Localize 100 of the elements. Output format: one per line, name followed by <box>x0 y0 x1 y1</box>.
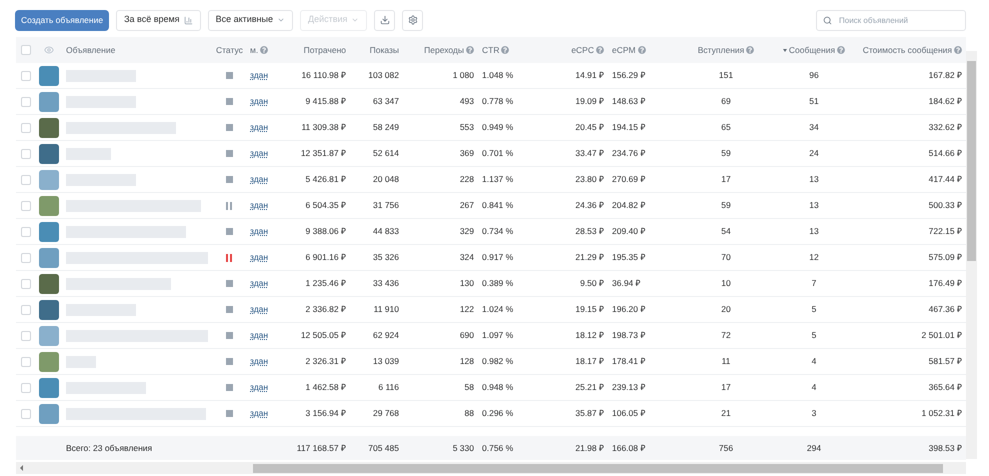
table-cell: 35.87 ₽ <box>575 407 604 420</box>
row-checkbox[interactable] <box>21 382 31 392</box>
column-header[interactable]: Объявление <box>66 44 116 56</box>
row-checkbox[interactable] <box>21 148 31 158</box>
column-header[interactable]: м. <box>250 44 268 56</box>
column-header[interactable]: Показы <box>370 44 399 56</box>
link[interactable]: здан <box>250 121 268 134</box>
row-checkbox[interactable] <box>21 356 31 366</box>
row-checkbox[interactable] <box>21 278 31 288</box>
link[interactable]: здан <box>250 303 268 316</box>
table-cell: 106.05 ₽ <box>612 407 646 420</box>
sort-caret-icon <box>782 48 787 52</box>
column-header[interactable]: CTR <box>482 44 510 56</box>
column-header[interactable]: Потрачено <box>304 44 346 56</box>
table-cell: 365.64 ₽ <box>928 381 962 394</box>
filter-dropdown[interactable]: Все активные <box>208 10 293 30</box>
link[interactable]: здан <box>250 277 268 290</box>
help-icon <box>638 46 646 54</box>
table-cell: 156.29 ₽ <box>612 69 646 82</box>
row-checkbox[interactable] <box>21 304 31 314</box>
caret-icon <box>277 16 285 24</box>
link[interactable]: здан <box>250 381 268 394</box>
table-cell: 117 168.57 ₽ <box>296 442 346 454</box>
table-cell: 581.57 ₽ <box>928 355 962 368</box>
column-header[interactable]: Вступления <box>698 44 754 56</box>
table-cell: 417.44 ₽ <box>928 173 962 186</box>
table-cell: 51 <box>809 95 819 108</box>
table-cell: 13 <box>809 225 819 238</box>
link[interactable]: здан <box>250 329 268 342</box>
table-cell: 70 <box>721 251 731 264</box>
table-cell: 722.15 ₽ <box>928 225 962 238</box>
column-header[interactable]: Стоимость сообщения <box>862 44 962 56</box>
link[interactable]: здан <box>250 199 268 212</box>
table-cell: 148.63 ₽ <box>612 95 646 108</box>
table-cell: 36.94 ₽ <box>612 277 641 290</box>
column-header[interactable]: Статус <box>216 44 243 56</box>
table-cell: 1 052.31 ₽ <box>922 407 962 420</box>
table-cell: 234.76 ₽ <box>612 147 646 160</box>
table-cell: 0.917 % <box>482 251 514 264</box>
settings-button[interactable] <box>402 10 424 30</box>
table-cell: 11 309.38 ₽ <box>301 121 346 134</box>
table-cell: 21.98 ₽ <box>575 442 604 454</box>
table-cell: 0.948 % <box>482 381 514 394</box>
table-cell: 6 504.35 ₽ <box>306 199 346 212</box>
table-cell: 59 <box>721 147 731 160</box>
table-cell: 9 388.06 ₽ <box>306 225 346 238</box>
horizontal-scrollbar[interactable] <box>16 462 966 474</box>
link[interactable]: здан <box>250 407 268 420</box>
table-cell: 5 426.81 ₽ <box>306 173 346 186</box>
link[interactable]: здан <box>250 251 268 264</box>
table-cell: 2 336.82 ₽ <box>306 303 346 316</box>
photo-placeholder <box>39 352 59 372</box>
vertical-scrollbar[interactable] <box>966 51 977 459</box>
table-cell: 62 924 <box>373 329 399 342</box>
row-checkbox[interactable] <box>21 408 31 418</box>
table-cell: 44 833 <box>373 225 399 238</box>
table-cell: 0.734 % <box>482 225 514 238</box>
scroll-left-icon[interactable] <box>20 465 23 471</box>
row-checkbox[interactable] <box>21 174 31 184</box>
download-button[interactable] <box>374 10 396 30</box>
table-cell: 12 351.87 ₽ <box>300 147 346 160</box>
row-checkbox[interactable] <box>21 252 31 262</box>
table-cell: 0.389 % <box>482 277 514 290</box>
photo-placeholder <box>39 274 59 294</box>
table-cell: 1.024 % <box>482 303 514 316</box>
table-cell: 96 <box>809 69 819 82</box>
link[interactable]: здан <box>250 147 268 160</box>
photo-placeholder <box>39 118 59 138</box>
select-all-checkbox[interactable] <box>21 45 31 55</box>
row-checkbox[interactable] <box>21 96 31 106</box>
column-header[interactable]: eCPM <box>612 44 646 56</box>
column-header[interactable]: Переходы <box>424 44 474 56</box>
column-header[interactable]: eCPC <box>571 44 604 56</box>
help-icon <box>501 46 510 54</box>
table-cell: 14.91 ₽ <box>575 69 604 82</box>
table-cell: 5 330 <box>452 442 474 454</box>
period-button[interactable]: За всё время <box>116 10 201 30</box>
link[interactable]: здан <box>250 355 268 368</box>
row-checkbox[interactable] <box>21 330 31 340</box>
table-cell: 467.36 ₽ <box>928 303 962 316</box>
column-header[interactable]: Сообщения <box>782 44 846 56</box>
table-cell: 72 <box>721 329 731 342</box>
table-cell: 228 <box>460 173 474 186</box>
table-cell: 20.45 ₽ <box>575 121 604 134</box>
table-cell: 690 <box>460 329 474 342</box>
table-cell: 13 <box>809 173 819 186</box>
row-checkbox[interactable] <box>21 122 31 132</box>
link[interactable]: здан <box>250 225 268 238</box>
link[interactable]: здан <box>250 69 268 82</box>
table-cell: 58 <box>464 381 474 394</box>
row-checkbox[interactable] <box>21 200 31 210</box>
row-checkbox[interactable] <box>21 226 31 236</box>
table-cell: 0.778 % <box>482 95 514 108</box>
table-cell: 239.13 ₽ <box>612 381 646 394</box>
row-checkbox[interactable] <box>21 70 31 80</box>
table-cell: 24.36 ₽ <box>575 199 604 212</box>
create-ad-button[interactable]: Создать объявление <box>15 10 110 30</box>
search-field[interactable]: Поиск объявлений <box>816 10 966 30</box>
link[interactable]: здан <box>250 173 268 186</box>
link[interactable]: здан <box>250 95 268 108</box>
